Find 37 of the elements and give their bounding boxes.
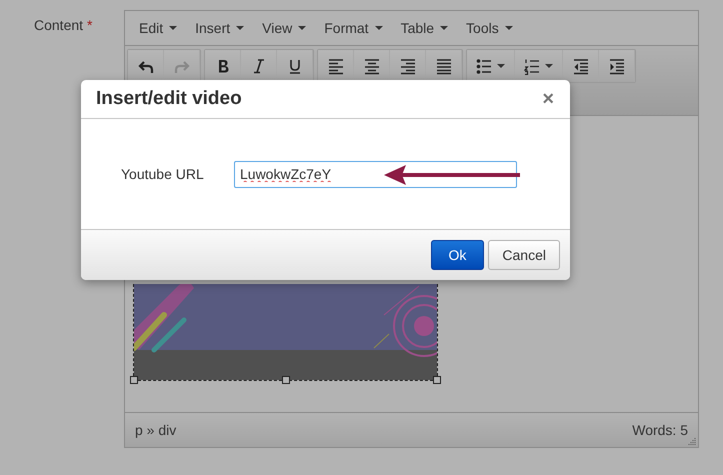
indent-button[interactable] [599,50,635,82]
required-mark: * [87,17,92,33]
caret-icon [236,26,244,30]
align-center-icon [364,58,380,74]
url-input-field[interactable]: LuwokwZc7eY [234,160,517,188]
caret-icon [497,64,505,68]
bullet-list-icon [476,58,492,74]
menu-item[interactable]: View [253,14,316,42]
element-path: p » div [135,422,176,438]
field-label: Youtube URL [121,166,204,182]
indent-icon [608,58,624,74]
resize-handle[interactable] [130,376,138,384]
field-label: Content [34,17,84,33]
menu-item[interactable]: Table [392,14,458,42]
align-right-icon [400,58,416,74]
menu-item[interactable]: Edit [130,14,186,42]
resize-handle[interactable] [433,376,441,384]
caret-icon [545,64,553,68]
caret-icon [298,26,306,30]
resize-grip-icon[interactable] [688,437,696,445]
close-button[interactable]: × [540,88,556,110]
cancel-button[interactable]: Cancel [488,240,560,270]
menu-item[interactable]: Tools [457,14,522,42]
resize-handle[interactable] [282,376,290,384]
ok-button[interactable]: Ok [430,240,484,270]
caret-icon [504,26,513,30]
caret-icon [169,26,178,30]
caret-icon [440,26,448,30]
word-count: Words: 5 [632,422,688,438]
caret-icon [374,26,383,30]
align-left-icon [328,58,344,74]
justify-icon [436,58,452,74]
menu-item[interactable]: Insert [186,14,254,42]
menu-item[interactable]: Format [315,14,392,42]
dialog-title: Insert/edit video [96,88,242,110]
outdent-icon [572,58,588,74]
numbered-list-icon [524,58,540,74]
